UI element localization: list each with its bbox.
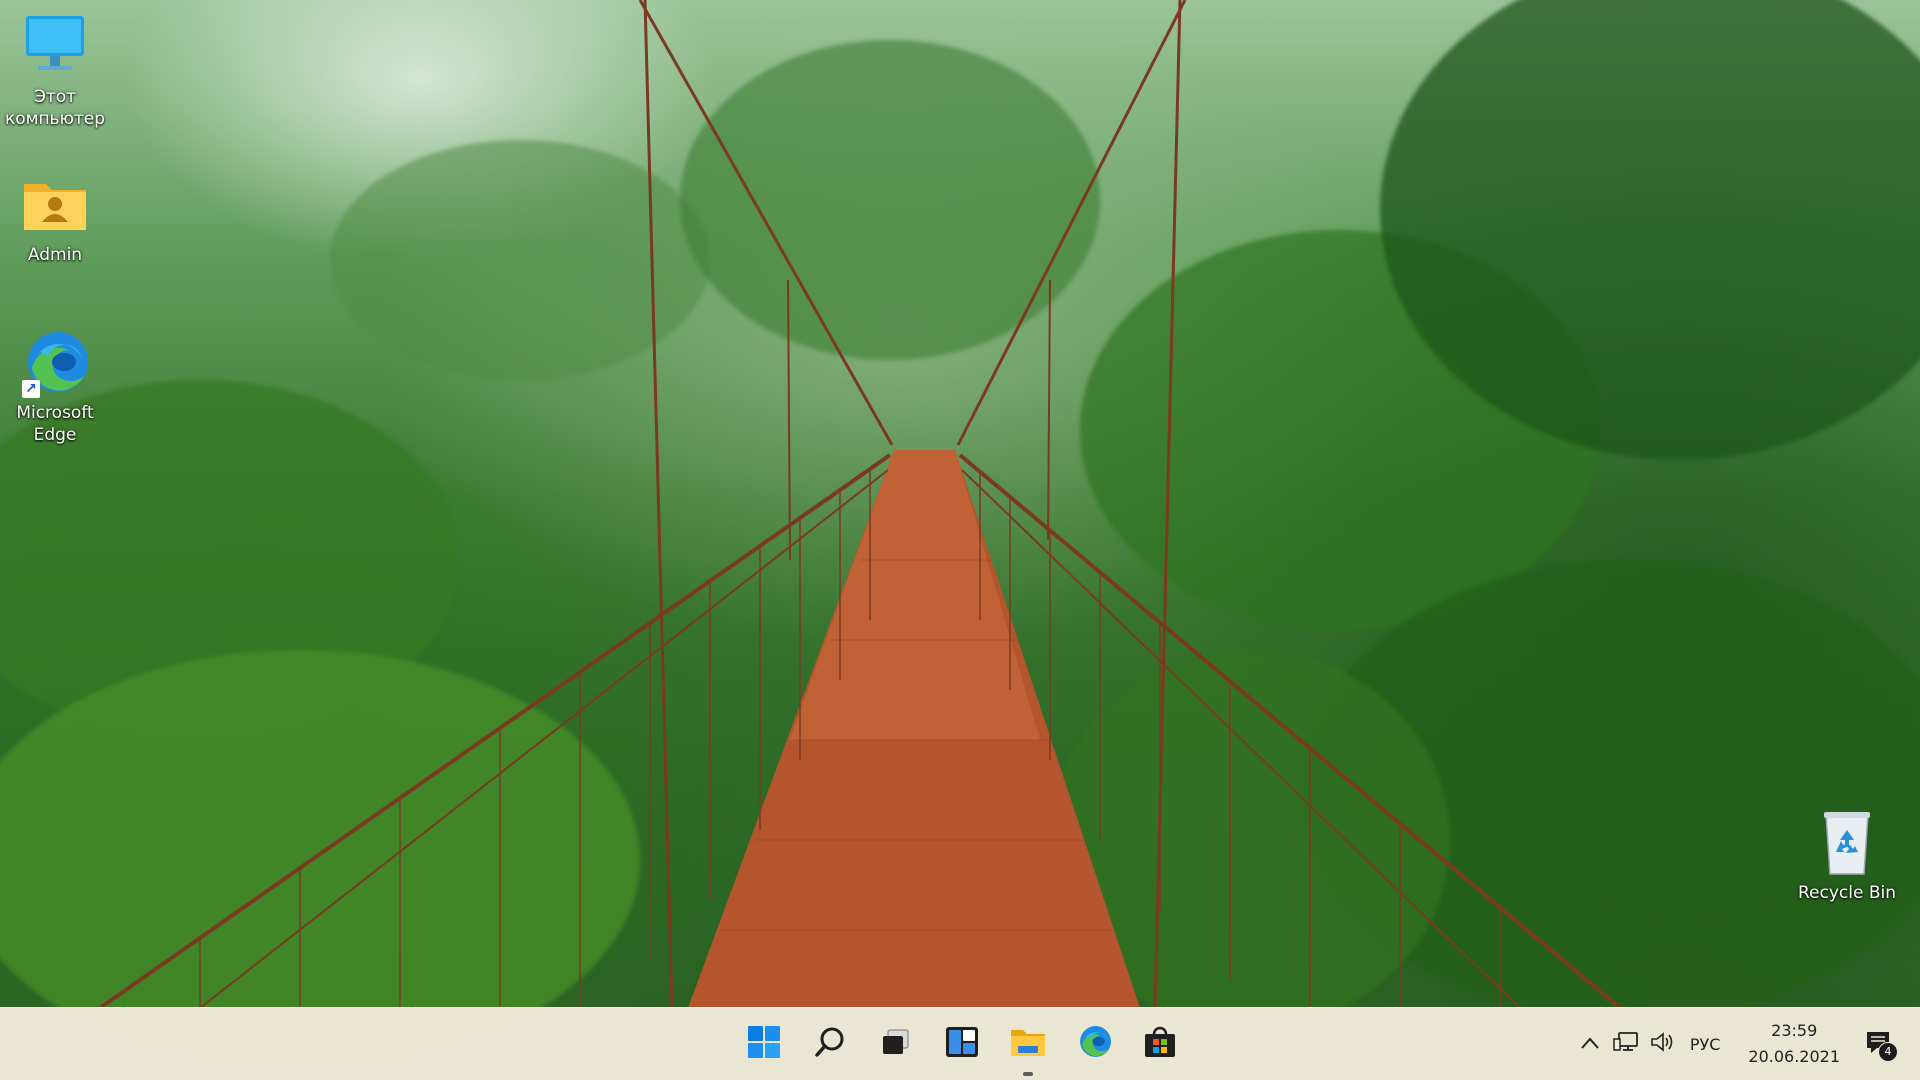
desktop[interactable]: Этот компьютер Admin ↗ Microsoft Edge Re… [0, 0, 1920, 1080]
desktop-icon-edge[interactable]: ↗ Microsoft Edge [0, 328, 110, 446]
show-hidden-icons-button[interactable] [1572, 1026, 1608, 1062]
clock-time: 23:59 [1771, 1021, 1818, 1040]
file-explorer-icon [1010, 1025, 1046, 1063]
edge-icon [1076, 1024, 1112, 1064]
desktop-icon-this-pc[interactable]: Этот компьютер [0, 12, 110, 130]
user-folder-icon [20, 170, 90, 240]
search-button[interactable] [806, 1020, 854, 1068]
desktop-icon-label: Microsoft Edge [16, 403, 94, 445]
system-tray: РУС 23:59 20.06.2021 4 [1572, 1008, 1920, 1080]
network-button[interactable] [1608, 1026, 1644, 1062]
windows-start-icon [747, 1025, 781, 1063]
volume-button[interactable] [1644, 1026, 1680, 1062]
search-icon [814, 1026, 846, 1062]
desktop-icon-recycle-bin[interactable]: Recycle Bin [1792, 808, 1902, 904]
widgets-icon [945, 1025, 979, 1063]
network-icon [1613, 1031, 1639, 1058]
volume-icon [1650, 1031, 1674, 1058]
shortcut-arrow-icon: ↗ [22, 380, 40, 398]
taskbar-apps [740, 1008, 1184, 1080]
desktop-icon-label: Admin [27, 245, 83, 265]
wallpaper-bridge [98, 0, 1622, 1010]
taskbar: РУС 23:59 20.06.2021 4 [0, 1007, 1920, 1080]
start-button[interactable] [740, 1020, 788, 1068]
widgets-button[interactable] [938, 1020, 986, 1068]
task-view-icon [880, 1026, 912, 1062]
clock-date: 20.06.2021 [1748, 1047, 1840, 1066]
task-view-button[interactable] [872, 1020, 920, 1068]
store-button[interactable] [1136, 1020, 1184, 1068]
edge-icon: ↗ [20, 328, 90, 398]
desktop-icon-label: Этот компьютер [4, 87, 106, 129]
store-icon [1143, 1025, 1177, 1063]
chevron-up-icon [1580, 1034, 1600, 1055]
notification-count-badge: 4 [1878, 1042, 1898, 1062]
input-language-indicator[interactable]: РУС [1680, 1035, 1735, 1054]
this-pc-icon [20, 12, 90, 82]
desktop-icon-admin[interactable]: Admin [0, 170, 110, 266]
desktop-icon-label: Recycle Bin [1797, 883, 1896, 903]
file-explorer-button[interactable] [1004, 1020, 1052, 1076]
notification-center-button[interactable]: 4 [1854, 1020, 1902, 1068]
clock[interactable]: 23:59 20.06.2021 [1734, 1018, 1854, 1070]
recycle-bin-icon [1812, 808, 1882, 878]
edge-button[interactable] [1070, 1020, 1118, 1068]
